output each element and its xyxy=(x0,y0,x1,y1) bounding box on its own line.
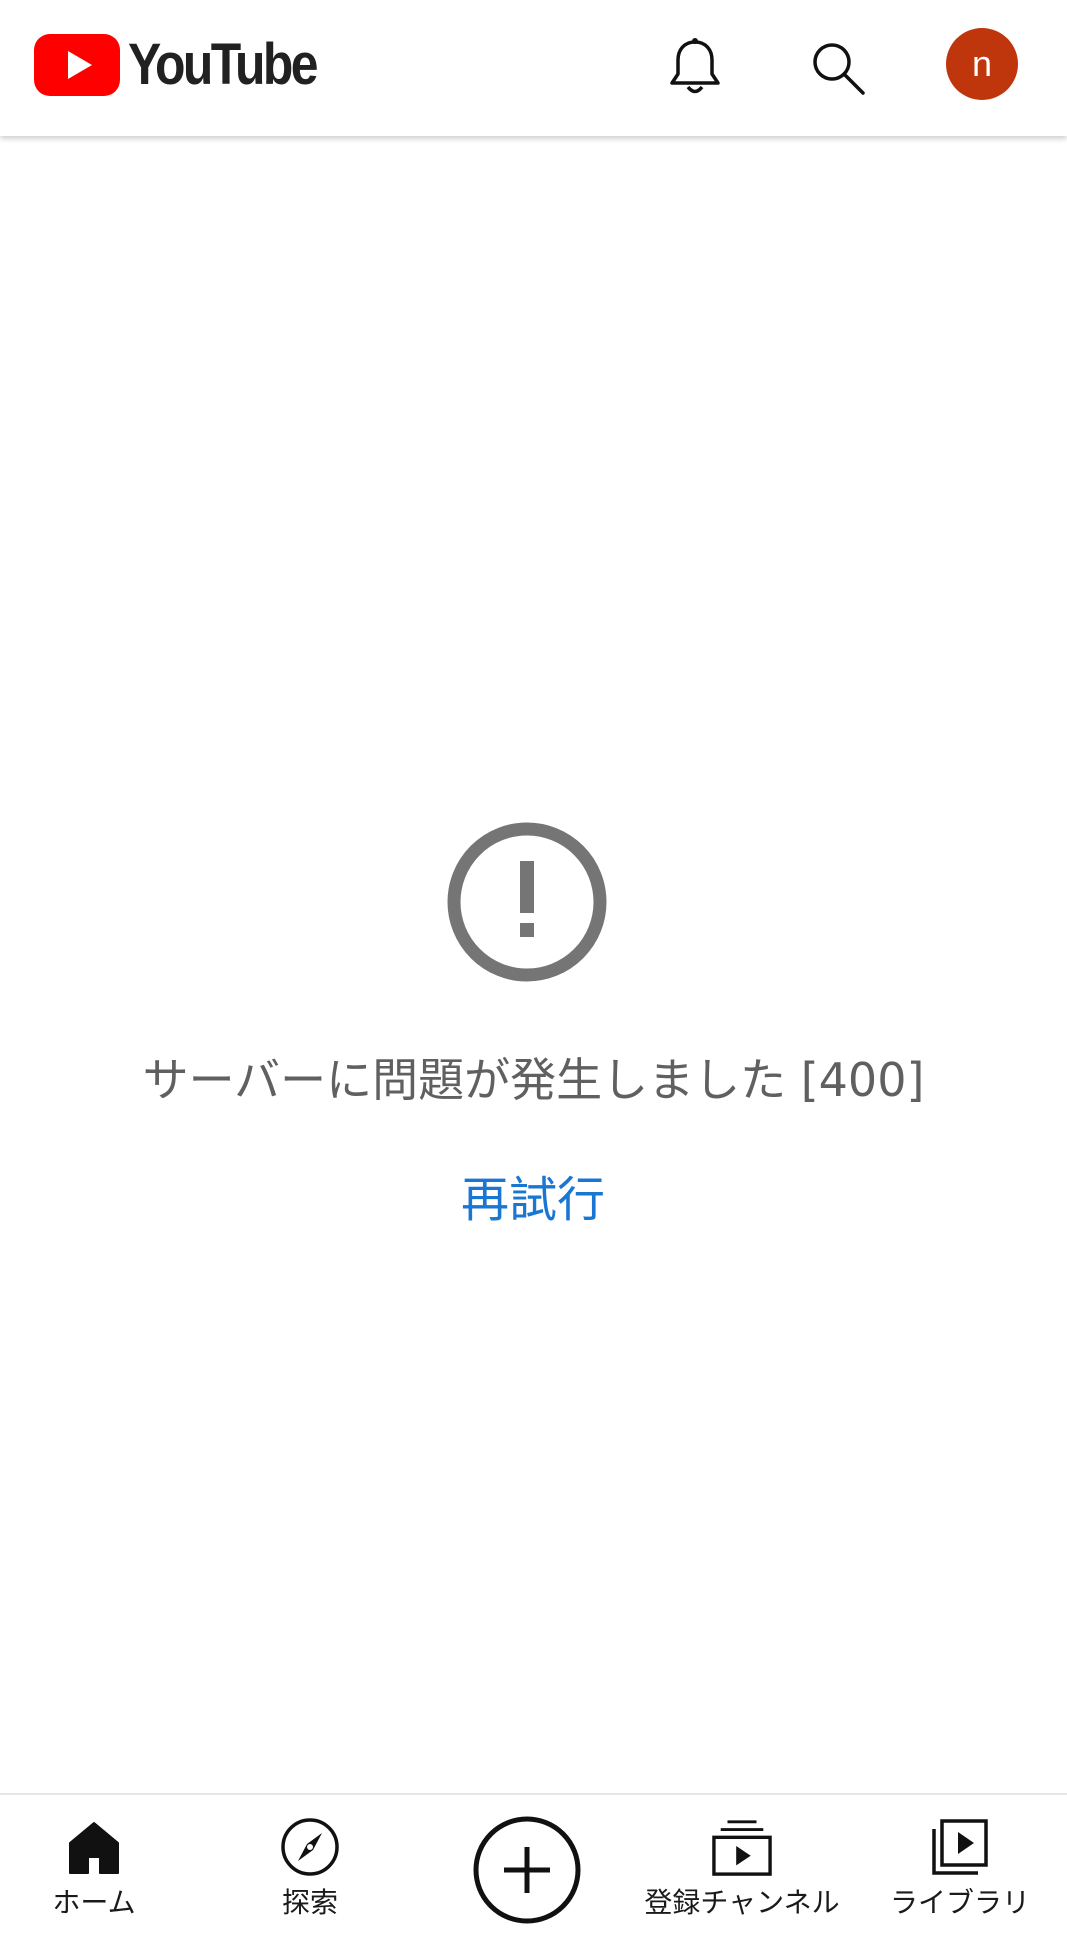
youtube-logo[interactable]: YouTube xyxy=(34,32,346,98)
nav-item-subscriptions[interactable]: 登録チャンネル xyxy=(622,1795,862,1938)
search-icon xyxy=(813,43,865,95)
nav-item-library[interactable]: ライブラリ xyxy=(880,1795,1040,1938)
library-icon xyxy=(930,1817,990,1877)
retry-button[interactable]: 再試行 xyxy=(383,1160,683,1230)
bottom-navigation: ホーム 探索 登録チャンネル ライブラリ xyxy=(0,1793,1067,1938)
nav-label-explore: 探索 xyxy=(281,1886,338,1919)
nav-label-library: ライブラリ xyxy=(889,1886,1030,1919)
app-screen: YouTube n サーバーに問題が発生しました [400] 再試行 ホーム 探… xyxy=(0,0,1067,1938)
create-button[interactable] xyxy=(472,1815,582,1925)
create-plus-icon xyxy=(473,1816,581,1924)
nav-item-home[interactable]: ホーム xyxy=(34,1795,154,1938)
nav-label-home: ホーム xyxy=(52,1886,136,1919)
search-button[interactable] xyxy=(798,28,878,108)
notifications-button[interactable] xyxy=(655,28,735,108)
subscriptions-icon xyxy=(712,1817,772,1877)
error-message: サーバーに問題が発生しました [400] xyxy=(142,1053,925,1107)
exclamation-circle-icon xyxy=(447,822,607,982)
youtube-play-logo-icon xyxy=(34,34,120,96)
nav-item-explore[interactable]: 探索 xyxy=(250,1795,370,1938)
bell-icon xyxy=(670,38,720,94)
nav-label-subscriptions: 登録チャンネル xyxy=(644,1886,840,1919)
compass-icon xyxy=(280,1817,340,1877)
top-app-bar: YouTube n xyxy=(0,0,1067,136)
home-icon xyxy=(64,1817,124,1877)
logo-wordmark: YouTube xyxy=(128,32,318,97)
account-avatar[interactable]: n xyxy=(946,28,1018,100)
